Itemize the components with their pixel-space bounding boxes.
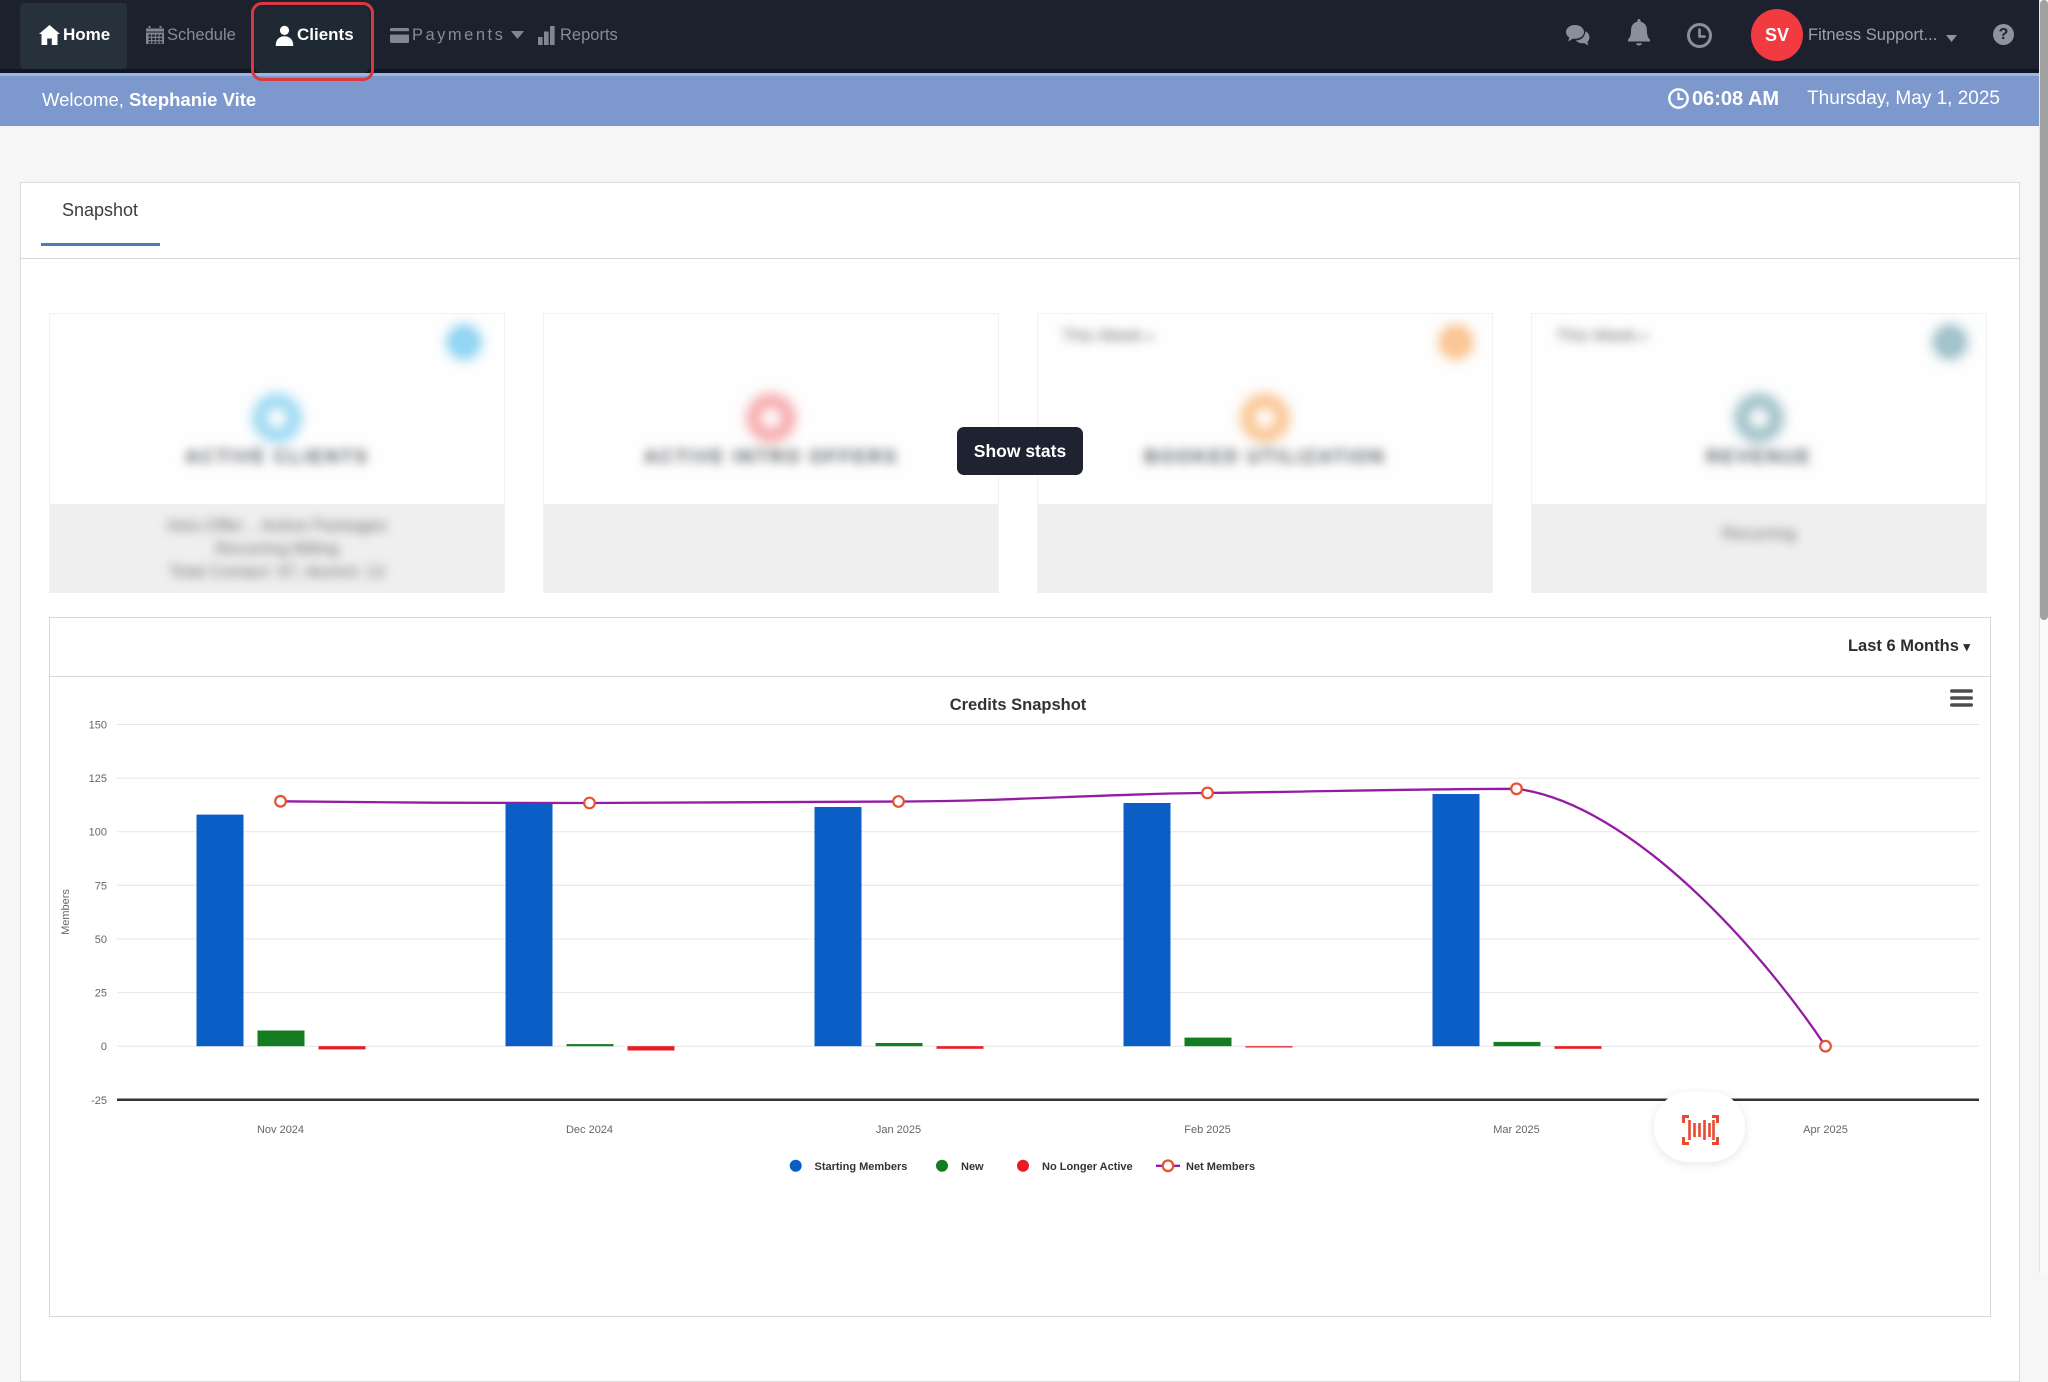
svg-text:125: 125 — [89, 773, 107, 785]
svg-text:50: 50 — [95, 934, 107, 946]
svg-text:25: 25 — [95, 988, 107, 1000]
svg-text:75: 75 — [95, 880, 107, 892]
svg-text:Net Members: Net Members — [1186, 1161, 1255, 1173]
svg-text:0: 0 — [101, 1041, 107, 1053]
svg-text:Credits Snapshot: Credits Snapshot — [950, 696, 1087, 714]
svg-text:Starting Members: Starting Members — [815, 1161, 908, 1173]
svg-text:Dec 2024: Dec 2024 — [566, 1124, 613, 1136]
svg-text:Nov 2024: Nov 2024 — [257, 1124, 304, 1136]
svg-text:Jan 2025: Jan 2025 — [876, 1124, 921, 1136]
svg-text:Feb 2025: Feb 2025 — [1184, 1124, 1230, 1136]
svg-text:-25: -25 — [91, 1095, 107, 1107]
svg-text:Apr 2025: Apr 2025 — [1803, 1124, 1848, 1136]
svg-text:No Longer Active: No Longer Active — [1042, 1161, 1133, 1173]
svg-text:Members: Members — [60, 889, 72, 935]
svg-text:Mar 2025: Mar 2025 — [1493, 1124, 1539, 1136]
svg-text:100: 100 — [89, 827, 107, 839]
svg-text:150: 150 — [89, 720, 107, 732]
svg-text:New: New — [961, 1161, 984, 1173]
